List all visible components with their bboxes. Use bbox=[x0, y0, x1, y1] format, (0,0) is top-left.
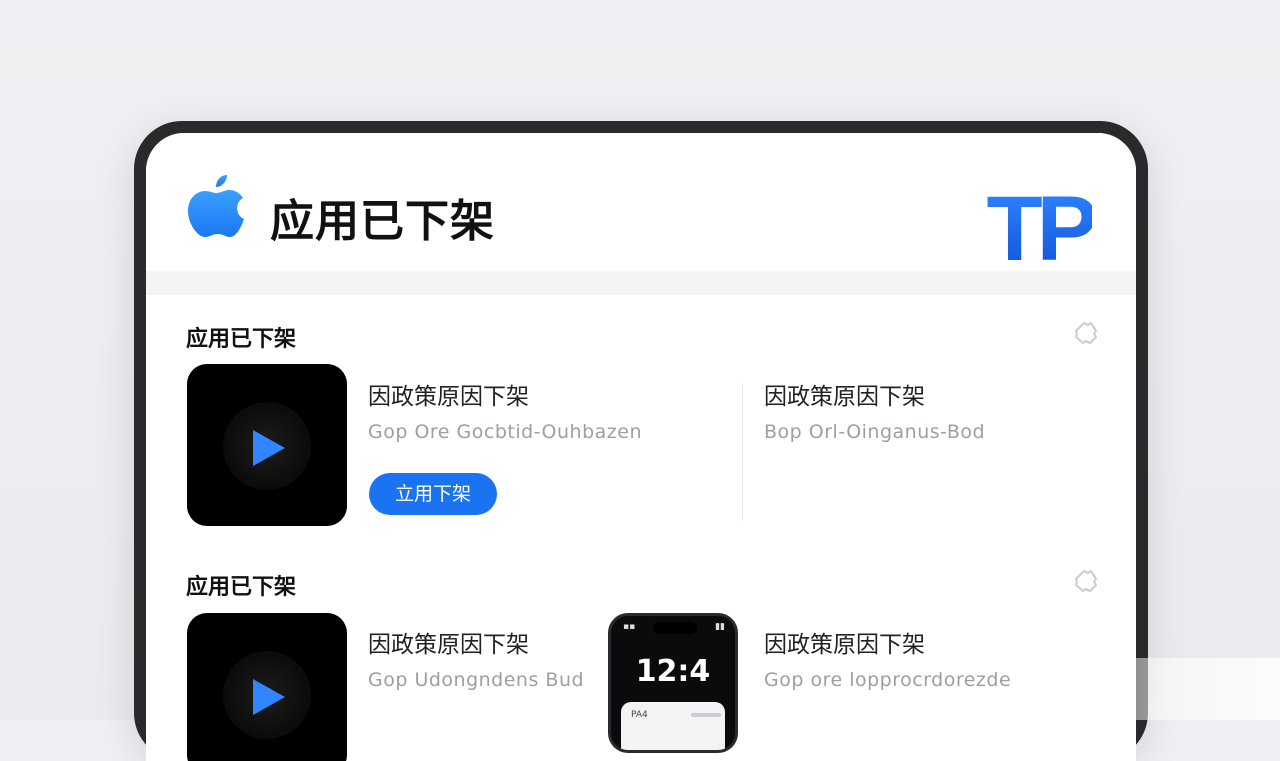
brand-logo: TP bbox=[986, 178, 1098, 280]
header: 应用已下架 TP bbox=[146, 133, 1136, 280]
app-name: 因政策原因下架 bbox=[368, 384, 529, 410]
phone-notch bbox=[653, 622, 697, 634]
app-name: 因政策原因下架 bbox=[764, 384, 925, 410]
phone-lock-time: 12:4 bbox=[635, 654, 711, 689]
page-title: 应用已下架 bbox=[270, 196, 495, 247]
watermark-overlay bbox=[1066, 658, 1280, 720]
app-name: 因政策原因下架 bbox=[368, 632, 529, 658]
puzzle-icon[interactable] bbox=[1070, 317, 1102, 349]
app-icon[interactable] bbox=[187, 613, 347, 761]
app-subtitle: Gop Udongndens Bud bbox=[368, 669, 585, 691]
app-screen: 应用已下架 TP 应用已下架 因政策原因下架 Gop Ore Gocbtid-O… bbox=[146, 133, 1136, 761]
app-icon[interactable] bbox=[187, 364, 347, 526]
section-title: 应用已下架 bbox=[186, 575, 297, 600]
phone-notification-card: PA4 bbox=[621, 702, 725, 750]
phone-thumbnail[interactable]: ▪▪ ▮▮ 12:4 PA4 bbox=[608, 613, 738, 753]
delist-button[interactable]: 立用下架 bbox=[369, 473, 498, 515]
app-subtitle: Gop Ore Gocbtid-Ouhbazen bbox=[368, 421, 643, 443]
app-name: 因政策原因下架 bbox=[764, 632, 925, 658]
app-subtitle: Gop ore lopprocrdorezde bbox=[764, 669, 1012, 691]
column-divider bbox=[742, 383, 743, 521]
phone-status-battery: ▮▮ bbox=[715, 622, 725, 632]
phone-card-label: PA4 bbox=[631, 710, 648, 720]
phone-status-signal: ▪▪ bbox=[623, 622, 636, 632]
device-frame: 应用已下架 TP 应用已下架 因政策原因下架 Gop Ore Gocbtid-O… bbox=[134, 121, 1148, 761]
play-icon bbox=[253, 430, 285, 466]
puzzle-icon[interactable] bbox=[1070, 565, 1102, 597]
app-subtitle: Bop Orl-Oinganus-Bod bbox=[764, 421, 986, 443]
phone-card-line bbox=[691, 713, 721, 717]
section-title: 应用已下架 bbox=[186, 327, 297, 352]
header-divider bbox=[146, 271, 1136, 295]
play-icon bbox=[253, 679, 285, 715]
apple-logo-icon bbox=[188, 175, 244, 237]
